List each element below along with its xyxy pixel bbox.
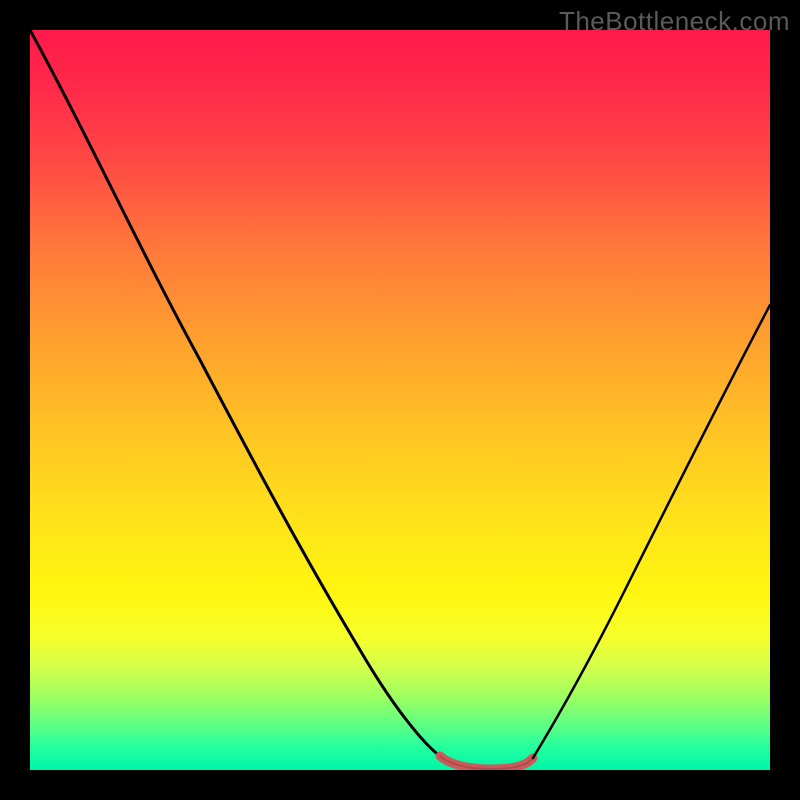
- plot-area: [30, 30, 770, 770]
- watermark-text: TheBottleneck.com: [559, 6, 790, 37]
- right-curve: [533, 305, 770, 758]
- left-curve: [30, 30, 440, 756]
- chart-frame: TheBottleneck.com: [0, 0, 800, 800]
- bottleneck-curve: [30, 30, 770, 770]
